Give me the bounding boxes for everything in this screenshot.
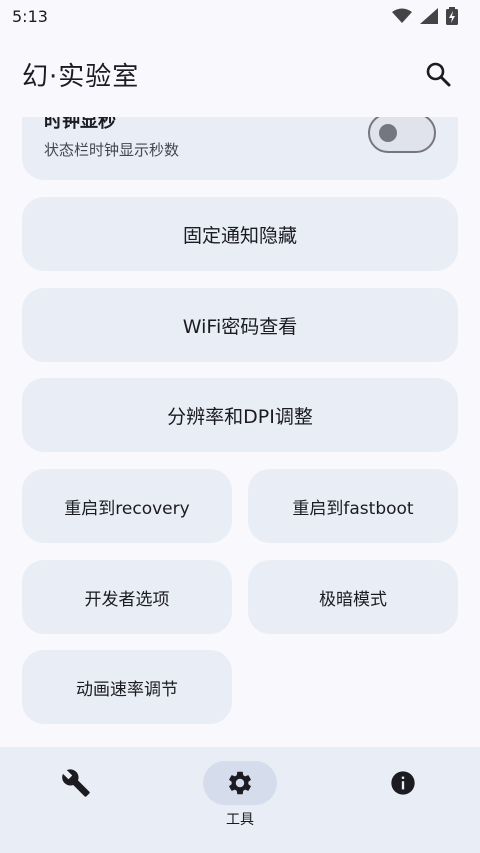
battery-icon (446, 7, 458, 25)
reboot-fastboot-button[interactable]: 重启到fastboot (248, 469, 458, 543)
clock-seconds-title: 时钟显秒 (44, 117, 116, 132)
status-time: 5:13 (12, 6, 48, 26)
app-title: 幻·实验室 (22, 61, 140, 92)
nav-item-tools[interactable]: 工具 (190, 761, 290, 841)
status-icons (392, 7, 458, 25)
nav-pill (366, 761, 440, 805)
clock-seconds-switch[interactable] (368, 117, 436, 153)
clock-seconds-subtitle: 状态栏时钟显示秒数 (44, 141, 180, 159)
signal-icon (420, 8, 438, 24)
developer-options-button[interactable]: 开发者选项 (22, 560, 232, 634)
status-bar: 5:13 (0, 0, 480, 32)
nav-pill (39, 761, 113, 805)
switch-knob (379, 124, 397, 142)
app-bar: 幻·实验室 (0, 40, 480, 108)
clock-seconds-card[interactable]: 时钟显秒 状态栏时钟显示秒数 (22, 117, 458, 180)
nav-item-about[interactable] (353, 761, 453, 841)
nav-pill-active (203, 761, 277, 805)
bottom-nav: 工具 (0, 747, 480, 853)
nav-item-tweaks[interactable] (26, 761, 126, 841)
info-icon (391, 771, 415, 795)
search-button[interactable] (418, 54, 458, 94)
wifi-password-button[interactable]: WiFi密码查看 (22, 288, 458, 362)
resolution-dpi-button[interactable]: 分辨率和DPI调整 (22, 378, 458, 452)
hide-fixed-notification-button[interactable]: 固定通知隐藏 (22, 197, 458, 271)
gear-icon (229, 771, 251, 795)
nav-label-tools: 工具 (226, 812, 254, 828)
animation-speed-button[interactable]: 动画速率调节 (22, 650, 232, 724)
wifi-icon (392, 8, 412, 23)
wrench-icon (62, 769, 90, 797)
search-icon (426, 62, 451, 87)
tools-list: 时钟显秒 状态栏时钟显示秒数 固定通知隐藏 WiFi密码查看 分辨率和DPI调整… (0, 117, 480, 747)
extra-dim-button[interactable]: 极暗模式 (248, 560, 458, 634)
reboot-recovery-button[interactable]: 重启到recovery (22, 469, 232, 543)
